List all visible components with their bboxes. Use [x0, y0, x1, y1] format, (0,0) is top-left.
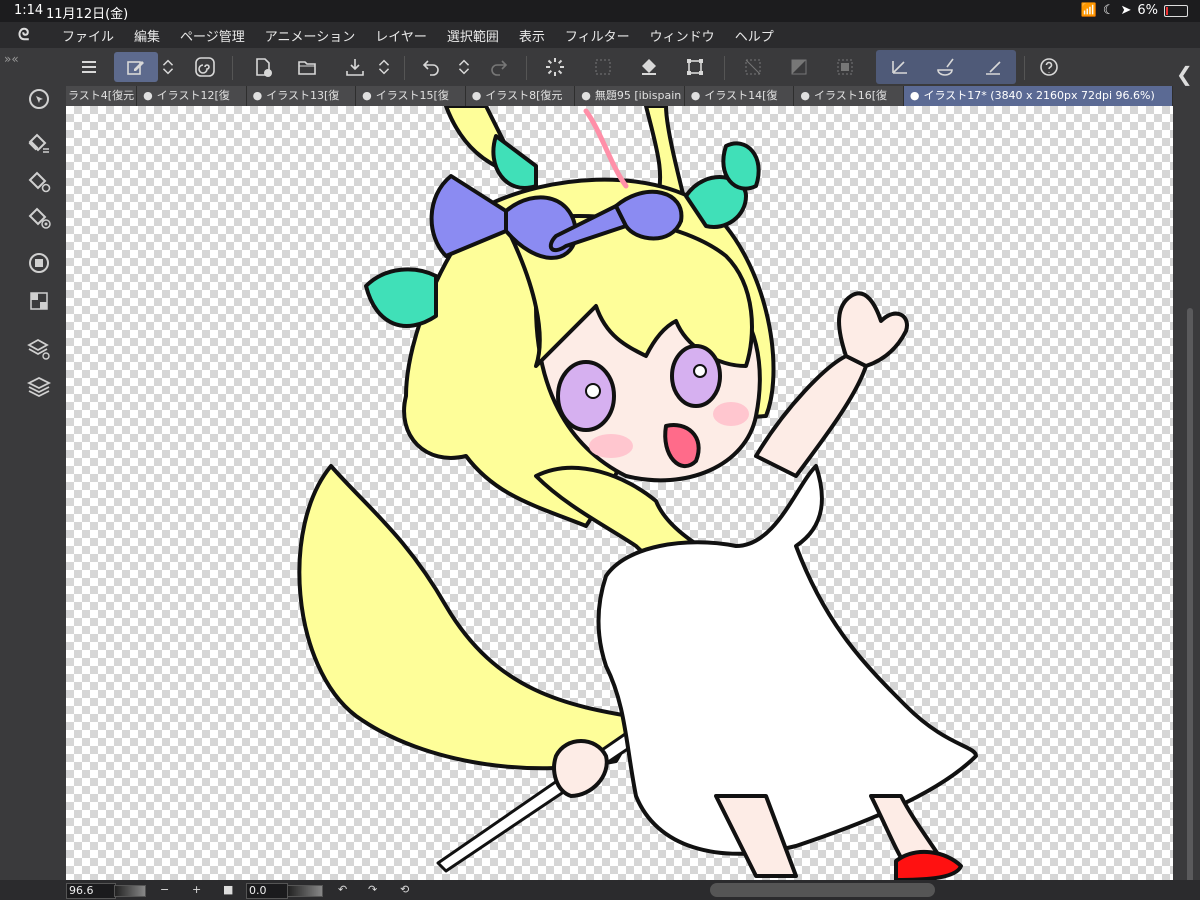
tab-label: イラスト17* (3840 x 2160px 72dpi 96.6%) [923, 89, 1155, 102]
clear-selection-icon[interactable] [588, 52, 618, 82]
fit-square-icon[interactable]: ■ [223, 883, 233, 896]
brush-fill-icon[interactable] [930, 52, 960, 82]
transform-icon[interactable] [680, 52, 710, 82]
color-wheel-icon[interactable] [26, 250, 52, 276]
tab-doc-3[interactable]: ● イラスト13[復 [247, 86, 357, 106]
location-icon: ➤ [1120, 3, 1132, 18]
select-all-icon[interactable] [830, 52, 860, 82]
history-chevron-icon[interactable] [454, 52, 474, 82]
illustration-artwork [297, 106, 978, 880]
reset-rotation-icon[interactable]: ⟲ [400, 883, 409, 896]
menu-window[interactable]: ウィンドウ [650, 26, 715, 45]
save-icon[interactable] [340, 52, 370, 82]
wifi-icon: 📶 [1080, 3, 1097, 18]
left-palette-bar [0, 86, 66, 880]
menu-filter[interactable]: フィルター [565, 26, 630, 45]
zoom-out-button[interactable]: − [160, 883, 169, 896]
updown-chevron-icon[interactable] [158, 52, 178, 82]
tab-label: 無題95 [ibispain [594, 89, 682, 102]
app-logo-icon[interactable]: ᘓ [18, 25, 48, 45]
menu-edit[interactable]: 編集 [134, 26, 160, 45]
hide-selection-icon[interactable] [738, 52, 768, 82]
tab-doc-2[interactable]: ● イラスト12[復 [137, 86, 247, 106]
tab-doc-active[interactable]: ● イラスト17* (3840 x 2160px 72dpi 96.6%) [903, 86, 1173, 106]
tool-property-icon[interactable] [26, 130, 52, 156]
open-folder-icon[interactable] [292, 52, 322, 82]
status-time: 1:14 [14, 3, 44, 18]
navigator-icon[interactable] [26, 86, 52, 112]
pen-line-icon[interactable] [884, 52, 914, 82]
new-file-icon[interactable] [248, 52, 278, 82]
menu-help[interactable]: ヘルプ [735, 26, 774, 45]
tab-doc-7[interactable]: ● イラスト14[復 [685, 86, 795, 106]
tab-doc-5[interactable]: ● イラスト8[復元 [466, 86, 576, 106]
tab-label: イラスト14[復 [704, 89, 778, 102]
spiral-app-icon[interactable] [190, 52, 220, 82]
right-panel-bar: ❮ [1173, 48, 1200, 888]
brush-settings-icon[interactable] [26, 168, 52, 194]
edit-mode-icon[interactable] [114, 52, 158, 82]
invert-selection-icon[interactable] [784, 52, 814, 82]
rotation-slider[interactable] [287, 885, 323, 897]
fill-bucket-icon[interactable] [634, 52, 664, 82]
layers-icon[interactable] [26, 374, 52, 400]
document-tabs: ラスト4[復元 ● イラスト12[復 ● イラスト13[復 ● イラスト15[復 ● イ… [66, 86, 1173, 106]
hamburger-menu-icon[interactable] [74, 52, 104, 82]
tab-doc-8[interactable]: ● イラスト16[復 [794, 86, 904, 106]
rotate-right-icon[interactable]: ↷ [368, 883, 377, 896]
zoom-slider[interactable] [114, 885, 146, 897]
battery-icon [1164, 4, 1188, 17]
help-icon[interactable] [1034, 52, 1064, 82]
tab-label: イラスト13[復 [266, 89, 340, 102]
menu-animation[interactable]: アニメーション [265, 26, 355, 45]
menu-bar: ᘓ ファイル 編集 ページ管理 アニメーション レイヤー 選択範囲 表示 フィル… [0, 22, 1200, 48]
redo-icon[interactable] [484, 52, 514, 82]
tab-label: イラスト12[復 [156, 89, 230, 102]
tab-label: イラスト15[復 [375, 89, 449, 102]
tab-doc-1[interactable]: ラスト4[復元 [66, 86, 138, 106]
moon-icon: ☾ [1102, 3, 1115, 18]
tab-doc-4[interactable]: ● イラスト15[復 [356, 86, 466, 106]
layer-property-icon[interactable] [26, 336, 52, 362]
tab-label: イラスト16[復 [813, 89, 888, 102]
loading-spinner-icon[interactable] [540, 52, 570, 82]
drawing-canvas[interactable] [66, 106, 1173, 880]
tab-doc-6[interactable]: ● 無題95 [ibispain [575, 86, 685, 106]
menu-layer[interactable]: レイヤー [375, 26, 427, 45]
command-bar: »« [0, 48, 1200, 86]
rotate-left-icon[interactable]: ↶ [338, 883, 347, 896]
horizontal-scrollbar[interactable] [710, 883, 935, 897]
rotation-value-field[interactable]: 0.0 [246, 883, 288, 899]
ios-status-bar: 1:14 11月12日(金) 📶 ☾ ➤ 6% [0, 0, 1200, 22]
status-indicators: 📶 ☾ ➤ 6% [1081, 3, 1188, 18]
collapse-arrows-icon[interactable]: »« [4, 52, 19, 66]
panel-toggle-chevron-icon[interactable]: ❮ [1176, 62, 1193, 86]
status-date: 11月12日(金) [46, 7, 129, 22]
menu-file[interactable]: ファイル [62, 26, 114, 45]
undo-icon[interactable] [416, 52, 446, 82]
menu-selection[interactable]: 選択範囲 [447, 26, 499, 45]
vertical-scrollbar[interactable] [1187, 308, 1193, 888]
color-set-icon[interactable] [26, 288, 52, 314]
tab-label: イラスト8[復元 [485, 89, 563, 102]
tab-label: ラスト4[復元 [68, 89, 135, 102]
brush-size-icon[interactable] [26, 204, 52, 230]
bottom-status-bar: 96.6 − + ■ 0.0 ↶ ↷ ⟲ [0, 880, 1200, 900]
menu-page[interactable]: ページ管理 [180, 26, 245, 45]
pen-tip-icon[interactable] [978, 52, 1008, 82]
save-options-chevron-icon[interactable] [374, 52, 394, 82]
zoom-in-button[interactable]: + [192, 883, 201, 896]
battery-percent: 6% [1137, 3, 1158, 18]
menu-view[interactable]: 表示 [519, 26, 545, 45]
zoom-value-field[interactable]: 96.6 [66, 883, 116, 899]
